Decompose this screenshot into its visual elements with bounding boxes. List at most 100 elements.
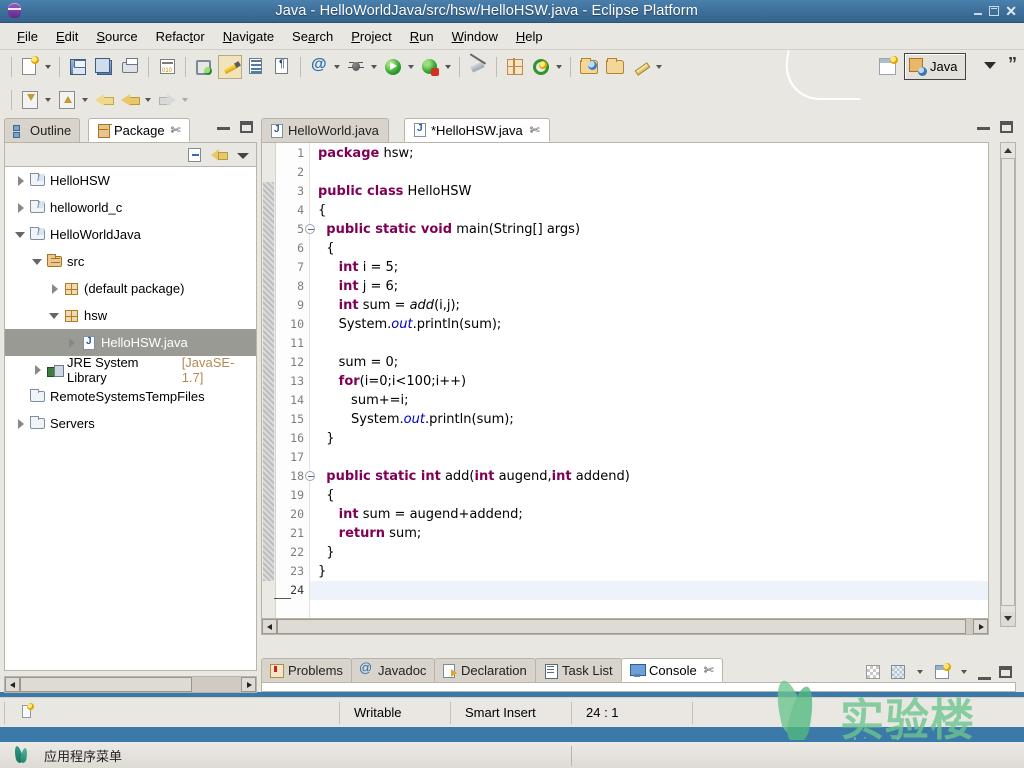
collapse-all-button[interactable]	[186, 146, 204, 164]
code-line[interactable]: }	[318, 543, 988, 562]
tree-twisty-icon[interactable]	[47, 308, 63, 324]
tab-close-icon[interactable]: ✄	[530, 123, 540, 137]
menu-navigate[interactable]: Navigate	[214, 26, 283, 47]
tab-problems[interactable]: Problems	[261, 658, 352, 682]
menu-project[interactable]: Project	[342, 26, 400, 47]
code-line[interactable]	[318, 334, 988, 353]
import-dropdown-arrow[interactable]	[43, 89, 54, 111]
hscroll-thumb[interactable]	[277, 619, 967, 634]
scroll-left-arrow[interactable]	[262, 619, 277, 634]
open-console-dropdown-arrow[interactable]	[959, 661, 970, 683]
export-dropdown-arrow[interactable]	[80, 89, 91, 111]
tab-outline[interactable]: Outline	[4, 118, 81, 142]
save-all-button[interactable]	[92, 55, 116, 79]
project-tree[interactable]: HelloHSW helloworld_c HelloWorldJava src (de…	[4, 166, 257, 671]
annotation-dropdown-arrow[interactable]	[332, 56, 343, 78]
back-history-button[interactable]	[92, 88, 116, 112]
menu-run[interactable]: Run	[401, 26, 443, 47]
new-annotation-button[interactable]	[307, 55, 331, 79]
tree-twisty-icon[interactable]	[30, 254, 46, 270]
open-type-button[interactable]	[192, 55, 216, 79]
previous-annotation-dropdown-arrow[interactable]	[143, 89, 154, 111]
tab-console[interactable]: Console ✄	[621, 658, 723, 682]
code-line[interactable]: {	[318, 486, 988, 505]
menu-source[interactable]: Source	[87, 26, 146, 47]
maximize-icon[interactable]	[1000, 121, 1013, 133]
tree-twisty-icon[interactable]	[30, 362, 46, 378]
scroll-lock-dropdown-arrow[interactable]	[915, 661, 926, 683]
tree-item-hellohsw[interactable]: HelloHSW	[5, 167, 256, 194]
open-resource-button[interactable]	[577, 55, 601, 79]
tab-helloworld-java[interactable]: HelloWorld.java	[261, 118, 389, 142]
code-line[interactable]: package hsw;	[318, 144, 988, 163]
minimize-icon[interactable]	[978, 677, 991, 680]
annotation-ruler[interactable]	[262, 143, 276, 626]
tree-twisty-icon[interactable]	[13, 173, 29, 189]
scroll-right-arrow[interactable]	[973, 619, 988, 634]
tree-twisty-icon[interactable]	[13, 416, 29, 432]
save-button[interactable]	[66, 55, 90, 79]
double-quote-icon[interactable]: ”	[1008, 54, 1017, 75]
run-dropdown-arrow[interactable]	[406, 56, 417, 78]
new-button[interactable]	[18, 55, 42, 79]
maximize-icon[interactable]	[240, 121, 253, 133]
show-whitespace-button[interactable]	[270, 55, 294, 79]
tree-twisty-icon[interactable]	[13, 200, 29, 216]
open-perspective-button[interactable]	[876, 55, 900, 79]
code-line[interactable]	[318, 448, 988, 467]
toggle-markoccurrences-button[interactable]	[218, 54, 242, 79]
code-line[interactable]	[310, 581, 988, 600]
open-folder-button[interactable]	[603, 55, 627, 79]
scroll-right-arrow[interactable]	[241, 677, 256, 692]
code-line[interactable]: public static void main(String[] args)	[318, 220, 988, 239]
new-package-dropdown-arrow[interactable]	[554, 56, 565, 78]
tree-item-hellohsw-java[interactable]: HelloHSW.java	[5, 329, 256, 356]
quickfix-button[interactable]	[629, 55, 653, 79]
maximize-icon[interactable]	[999, 666, 1012, 678]
menu-edit[interactable]: Edit	[47, 26, 87, 47]
next-annotation-dropdown-arrow[interactable]	[180, 89, 191, 111]
build-button[interactable]	[155, 55, 179, 79]
tree-item-helloworld-c[interactable]: helloworld_c	[5, 194, 256, 221]
code-line[interactable]: }	[318, 562, 988, 581]
menu-file[interactable]: File	[8, 26, 47, 47]
code-line[interactable]: int i = 5;	[318, 258, 988, 277]
menu-help[interactable]: Help	[507, 26, 552, 47]
tab-package-explorer[interactable]: Package ✄	[88, 118, 190, 142]
minimize-icon[interactable]	[217, 127, 230, 130]
skip-breakpoints-button[interactable]	[466, 55, 490, 79]
tree-item-jre-system-library[interactable]: JRE System Library [JavaSE-1.7]	[5, 355, 256, 385]
quickfix-dropdown-arrow[interactable]	[654, 56, 665, 78]
open-console-button[interactable]	[934, 662, 951, 681]
previous-annotation-button[interactable]	[118, 88, 142, 112]
perspective-java-button[interactable]: Java	[904, 53, 967, 80]
scroll-left-arrow[interactable]	[5, 677, 20, 692]
new-package-button[interactable]	[529, 55, 553, 79]
hscroll-track[interactable]	[20, 677, 241, 692]
code-line[interactable]: System.out.println(sum);	[318, 410, 988, 429]
view-menu-button[interactable]	[234, 146, 252, 164]
menu-window[interactable]: Window	[443, 26, 507, 47]
hscroll-thumb[interactable]	[20, 677, 193, 692]
code-line[interactable]: }	[318, 429, 988, 448]
code-line[interactable]: public static int add(int augend,int add…	[318, 467, 988, 486]
taskbar-app-menu-label[interactable]: 应用程序菜单	[44, 746, 122, 765]
code-line[interactable]: int j = 6;	[318, 277, 988, 296]
code-line[interactable]	[318, 163, 988, 182]
tree-item-servers[interactable]: Servers	[5, 410, 256, 437]
external-tools-button[interactable]	[418, 55, 442, 79]
link-with-editor-button[interactable]	[210, 146, 228, 164]
hscroll-track[interactable]	[277, 619, 973, 634]
scroll-lock-button[interactable]	[890, 664, 907, 681]
tree-item-default-package[interactable]: (default package)	[5, 275, 256, 302]
minimize-button[interactable]	[973, 6, 983, 16]
left-panel-hscrollbar[interactable]	[4, 676, 257, 693]
external-tools-dropdown-arrow[interactable]	[443, 56, 454, 78]
vscroll-thumb[interactable]	[1001, 158, 1015, 606]
tab-declaration[interactable]: Declaration	[434, 658, 536, 682]
close-button[interactable]: ✕	[1005, 4, 1017, 18]
editor-hscrollbar[interactable]	[261, 618, 989, 635]
code-line[interactable]: sum = 0;	[318, 353, 988, 372]
menu-search[interactable]: Search	[283, 26, 342, 47]
code-line[interactable]: System.out.println(sum);	[318, 315, 988, 334]
